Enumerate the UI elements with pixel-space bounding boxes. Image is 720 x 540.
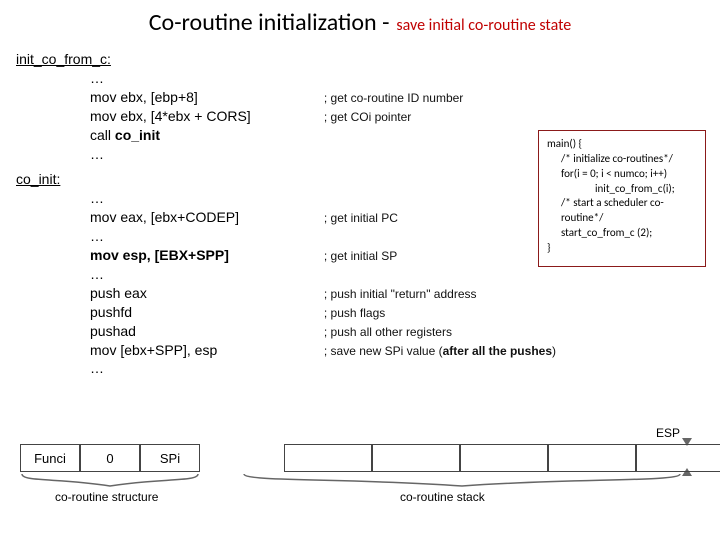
struct-label: co-routine structure <box>55 490 158 504</box>
code-line: … <box>90 265 720 284</box>
asm-instr: mov eax, [ebx+CODEP] <box>90 208 320 227</box>
title-sub: save initial co-routine state <box>396 16 571 35</box>
asm-instr-bold: mov esp, [EBX+SPP] <box>90 246 320 265</box>
asm-instr: mov ebx, [4*ebx + CORS] <box>90 107 320 126</box>
struct-cell: 0 <box>80 444 140 472</box>
asm-instr: pushad <box>90 322 320 341</box>
c-line: init_co_from_c(i); <box>547 182 697 197</box>
asm-comment: ; save new SPi value (after all the push… <box>324 344 556 358</box>
title-main: Co-routine initialization - <box>149 8 390 37</box>
asm-comment: ; push all other registers <box>324 325 452 339</box>
slide-title: Co-routine initialization - save initial… <box>0 0 720 43</box>
asm-comment: ; get co-routine ID number <box>324 91 463 105</box>
asm-instr: mov [ebx+SPP], esp <box>90 341 320 360</box>
asm-comment: ; get initial PC <box>324 211 398 225</box>
stack-cell <box>548 444 636 472</box>
stack-cells <box>284 444 720 472</box>
asm-instr: push eax <box>90 284 320 303</box>
asm-comment: ; get COi pointer <box>324 110 411 124</box>
main-code-box: main() { /* initialize co-routines*/ for… <box>538 130 706 267</box>
stack-label: co-routine stack <box>400 490 485 504</box>
code-line: mov [ebx+SPP], esp ; save new SPi value … <box>90 341 720 360</box>
code-line: pushfd ; push flags <box>90 303 720 322</box>
code-line: … <box>90 69 720 88</box>
c-line: /* start a scheduler co-routine*/ <box>547 196 697 226</box>
c-line: start_co_from_c (2); <box>547 226 697 241</box>
stack-cell <box>636 444 720 472</box>
asm-comment: ; get initial SP <box>324 249 397 263</box>
brace-stack <box>242 472 682 488</box>
brace-struct <box>20 472 200 488</box>
esp-label: ESP <box>656 426 680 440</box>
asm-comment: ; push flags <box>324 306 385 320</box>
code-line: mov ebx, [ebp+8] ; get co-routine ID num… <box>90 88 720 107</box>
asm-instr: call <box>90 127 115 143</box>
stack-cell <box>460 444 548 472</box>
code-line: push eax ; push initial "return" address <box>90 284 720 303</box>
stack-cell <box>372 444 460 472</box>
code-line: … <box>90 359 720 378</box>
c-line: } <box>547 241 697 256</box>
cmt-part: ) <box>552 344 556 358</box>
cmt-part: ; save new SPi value ( <box>324 344 443 358</box>
c-line: main() { <box>547 137 697 152</box>
asm-call-target: co_init <box>115 127 160 143</box>
stack-cell <box>284 444 372 472</box>
cmt-bold: after all the pushes <box>443 344 552 358</box>
struct-cells: Funci 0 SPi <box>20 444 200 472</box>
memory-diagram: ESP Funci 0 SPi co-routine structure co-… <box>20 432 700 512</box>
c-line: /* initialize co-routines*/ <box>547 152 697 167</box>
brace-icon <box>20 472 200 488</box>
label-init-co-from-c: init_co_from_c: <box>16 51 720 67</box>
brace-icon <box>242 472 682 488</box>
struct-cell: Funci <box>20 444 80 472</box>
code-line: mov ebx, [4*ebx + CORS] ; get COi pointe… <box>90 107 720 126</box>
struct-cell: SPi <box>140 444 200 472</box>
code-line: pushad ; push all other registers <box>90 322 720 341</box>
c-line: for(i = 0; i < numco; i++) <box>547 167 697 182</box>
asm-comment: ; push initial "return" address <box>324 287 477 301</box>
asm-instr: mov ebx, [ebp+8] <box>90 88 320 107</box>
asm-instr: pushfd <box>90 303 320 322</box>
